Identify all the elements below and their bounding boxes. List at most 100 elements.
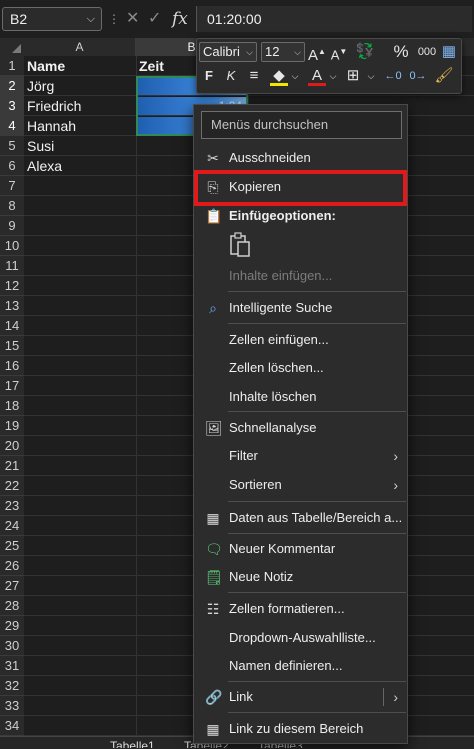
row-header-26[interactable]: 26 [0,556,24,576]
bold-button[interactable]: F [202,66,216,86]
menu-item-filter[interactable]: Filter › [196,443,406,469]
cell-a4[interactable]: Hannah [24,116,76,136]
row-header-23[interactable]: 23 [0,496,24,516]
cell-a3[interactable]: Friedrich [24,96,81,116]
menu-item-clear-contents[interactable]: Inhalte löschen [196,384,406,410]
row-header-16[interactable]: 16 [0,356,24,376]
row-header-32[interactable]: 32 [0,676,24,696]
more-vert-icon[interactable]: ⋮ [108,9,120,29]
row-header-17[interactable]: 17 [0,376,24,396]
menu-search-input[interactable]: Menüs durchsuchen [201,111,402,139]
menu-item-new-note[interactable]: 🗒 Neue Notiz [196,564,406,590]
menu-item-from-table[interactable]: ▦ Daten aus Tabelle/Bereich a... [196,505,406,531]
row-header-15[interactable]: 15 [0,336,24,356]
row-header-34[interactable]: 34 [0,716,24,736]
row-header-31[interactable]: 31 [0,656,24,676]
row-header-6[interactable]: 6 [0,156,24,176]
row-header-1[interactable]: 1 [0,56,24,76]
font-color-icon[interactable]: A [308,66,326,86]
name-box[interactable]: B2 ⌵ [2,7,102,31]
sheet-tab-1[interactable]: Tabelle1 [110,737,155,748]
italic-button[interactable]: K [224,66,238,86]
row-header-18[interactable]: 18 [0,396,24,416]
font-size-select[interactable]: 12 ⌵ [261,42,305,62]
column-header-a[interactable]: A [24,38,136,56]
format-painter-icon[interactable]: 🖌 [434,66,454,86]
cell-a1[interactable]: Name [24,56,65,76]
menu-separator [228,411,406,412]
menu-item-new-comment[interactable]: 🗨 Neuer Kommentar [196,536,406,562]
shrink-font-icon[interactable]: A▼ [330,42,348,62]
row-header-11[interactable]: 11 [0,256,24,276]
percent-icon[interactable]: % [392,42,410,62]
chevron-down-icon[interactable]: ⌵ [328,66,338,86]
row-header-10[interactable]: 10 [0,236,24,256]
fx-icon[interactable]: fx [172,9,188,29]
format-cells-icon: ☷ [206,601,220,617]
menu-item-paste-special[interactable]: Inhalte einfügen... [196,263,406,289]
cell-a5[interactable]: Susi [24,136,54,156]
row-header-30[interactable]: 30 [0,636,24,656]
menu-item-smart-lookup[interactable]: ⌕ Intelligente Suche [196,295,406,321]
cell-a6[interactable]: Alexa [24,156,62,176]
row-header-4[interactable]: 4 [0,116,24,136]
row-header-27[interactable]: 27 [0,576,24,596]
cell-a2[interactable]: Jörg [24,76,54,96]
select-all-corner[interactable] [0,38,24,56]
fill-color-icon[interactable]: ◆ [270,66,288,86]
menu-item-insert-cells[interactable]: Zellen einfügen... [196,327,406,353]
menu-separator [228,592,406,593]
row-header-7[interactable]: 7 [0,176,24,196]
row-header-21[interactable]: 21 [0,456,24,476]
table-icon[interactable]: ▦ [440,42,458,62]
borders-icon[interactable]: ⊞ [344,66,362,86]
font-name-select[interactable]: Calibri ⌵ [199,42,257,62]
row-header-24[interactable]: 24 [0,516,24,536]
menu-item-quick-analysis[interactable]: 🖼 Schnellanalyse [196,415,406,441]
formula-input[interactable]: 01:20:00 [196,6,472,32]
align-center-icon[interactable]: ≡ [246,66,262,86]
row-header-25[interactable]: 25 [0,536,24,556]
row-header-28[interactable]: 28 [0,596,24,616]
row-header-8[interactable]: 8 [0,196,24,216]
enter-icon[interactable]: ✓ [148,9,161,29]
menu-item-dropdown-list[interactable]: Dropdown-Auswahlliste... [196,625,406,651]
row-header-22[interactable]: 22 [0,476,24,496]
menu-item-sort[interactable]: Sortieren › [196,472,406,498]
row-header-5[interactable]: 5 [0,136,24,156]
menu-item-delete-cells[interactable]: Zellen löschen... [196,355,406,381]
thousands-icon[interactable]: 000 [416,42,438,62]
row-header-2[interactable]: 2 [0,76,24,96]
quick-analysis-icon: 🖼 [205,420,223,436]
chevron-down-icon[interactable]: ⌵ [366,66,376,86]
chevron-down-icon[interactable]: ⌵ [290,66,300,86]
menu-item-define-name[interactable]: Namen definieren... [196,653,406,679]
row-header-19[interactable]: 19 [0,416,24,436]
search-icon: ⌕ [209,300,217,316]
paste-icon: 📋 [205,208,223,224]
row-header-3[interactable]: 3 [0,96,24,116]
grow-font-icon[interactable]: A▲ [308,42,326,64]
chevron-down-icon: ⌵ [246,47,253,57]
row-header-20[interactable]: 20 [0,436,24,456]
row-header-12[interactable]: 12 [0,276,24,296]
menu-item-link[interactable]: 🔗 Link › [196,684,406,710]
menu-item-format-cells[interactable]: ☷ Zellen formatieren... [196,596,406,622]
row-header-9[interactable]: 9 [0,216,24,236]
row-header-14[interactable]: 14 [0,316,24,336]
menu-item-label: Ausschneiden [229,150,311,165]
decrease-decimal-icon[interactable]: 0→ [408,66,428,86]
row-header-29[interactable]: 29 [0,616,24,636]
menu-item-cut[interactable]: ✂ Ausschneiden [196,145,406,171]
menu-item-label: Zellen löschen... [229,360,324,375]
menu-separator [228,712,406,713]
row-header-33[interactable]: 33 [0,696,24,716]
cancel-icon[interactable]: ✕ [126,9,139,29]
row-header-13[interactable]: 13 [0,296,24,316]
menu-item-link-to-range[interactable]: ▦ Link zu diesem Bereich [196,716,406,742]
menu-item-label: Daten aus Tabelle/Bereich a... [229,510,403,525]
clipboard-icon[interactable] [229,232,251,258]
number-format-icon[interactable]: 💱 [354,42,376,62]
cell-b1[interactable]: Zeit [136,56,164,76]
increase-decimal-icon[interactable]: ←0 [383,66,403,86]
